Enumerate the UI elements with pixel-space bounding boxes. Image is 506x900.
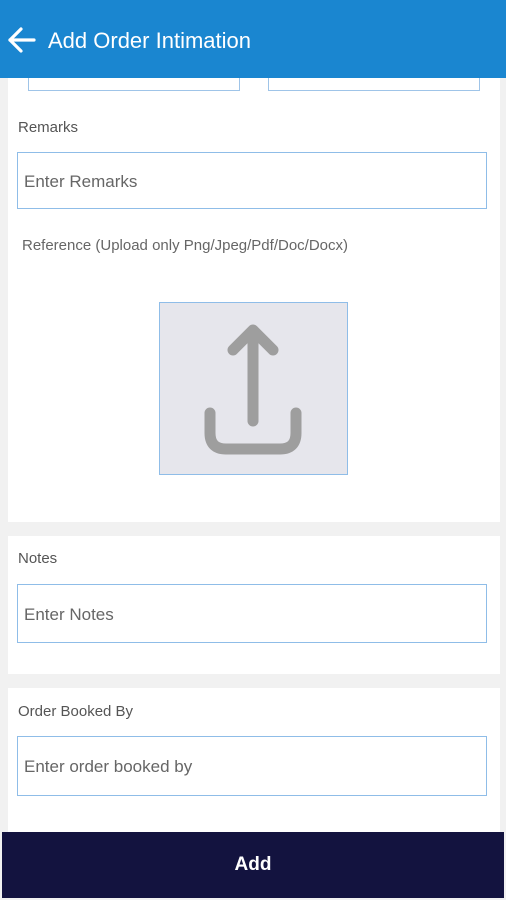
order-booked-by-placeholder: Enter order booked by: [24, 757, 193, 776]
order-booked-by-label: Order Booked By: [18, 703, 134, 720]
previous-field-right-edge: [268, 78, 480, 91]
notes-label: Notes: [18, 550, 58, 567]
upload-icon: [204, 324, 302, 455]
add-button[interactable]: Add: [2, 832, 504, 898]
upload-button[interactable]: [159, 302, 348, 475]
remarks-label: Remarks: [18, 119, 79, 136]
app-bar: Add Order Intimation: [0, 0, 506, 78]
form-card-notes: Notes Enter Notes: [8, 536, 500, 674]
remarks-input[interactable]: Enter Remarks: [17, 152, 487, 209]
notes-placeholder: Enter Notes: [24, 605, 114, 624]
order-booked-by-input[interactable]: Enter order booked by: [17, 736, 487, 796]
page-title: Add Order Intimation: [48, 28, 251, 53]
previous-field-left-edge: [28, 78, 240, 91]
form-card-remarks: Remarks Enter Remarks Reference (Upload …: [8, 70, 500, 522]
back-button[interactable]: [6, 24, 38, 56]
form-card-order-booked-by: Order Booked By Enter order booked by: [8, 688, 500, 832]
arrow-left-icon: [8, 27, 36, 53]
remarks-placeholder: Enter Remarks: [24, 172, 138, 191]
notes-input[interactable]: Enter Notes: [17, 584, 487, 643]
reference-label: Reference (Upload only Png/Jpeg/Pdf/Doc/…: [22, 237, 349, 254]
